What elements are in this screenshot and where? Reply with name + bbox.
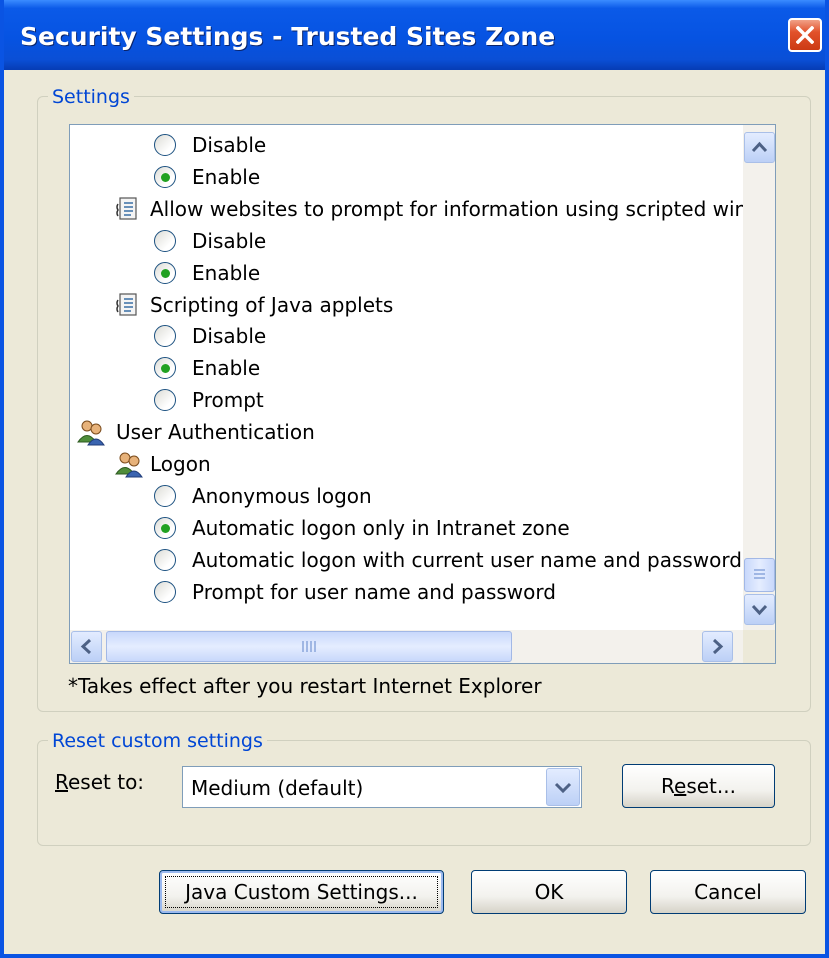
radio-unchecked[interactable] — [154, 325, 176, 348]
radio-option[interactable]: Automatic logon only in Intranet zone — [154, 513, 730, 543]
tree-row-label: Automatic logon only in Intranet zone — [192, 515, 570, 540]
reset-button[interactable]: Reset... — [622, 764, 775, 808]
restart-footnote: *Takes effect after you restart Internet… — [68, 674, 542, 698]
label-text: eset to: — [68, 770, 145, 794]
radio-checked[interactable] — [154, 261, 176, 284]
users-icon — [77, 420, 105, 446]
tree-row-label: Allow websites to prompt for information… — [150, 196, 773, 221]
radio-unchecked[interactable] — [154, 229, 176, 252]
chevron-down-icon — [751, 604, 768, 616]
chevron-up-icon — [751, 141, 768, 153]
radio-checked[interactable] — [154, 516, 176, 539]
focus-rectangle — [165, 876, 438, 908]
radio-unchecked[interactable] — [154, 548, 176, 571]
radio-option[interactable]: Automatic logon with current user name a… — [154, 545, 742, 575]
radio-unchecked[interactable] — [154, 389, 176, 412]
cancel-button[interactable]: Cancel — [650, 870, 806, 914]
radio-option[interactable]: Disable — [154, 226, 730, 256]
radio-option[interactable]: Enable — [154, 162, 730, 192]
tree-category[interactable]: User Authentication — [76, 417, 730, 447]
chevron-down-icon — [554, 782, 572, 794]
reset-group-legend: Reset custom settings — [48, 730, 267, 752]
users-icon — [115, 452, 143, 478]
tree-setting[interactable]: Allow websites to prompt for information… — [114, 194, 772, 224]
dropdown-button[interactable] — [546, 768, 580, 806]
tree-row-label: Logon — [150, 452, 211, 476]
radio-option[interactable]: Disable — [154, 321, 730, 351]
ok-button[interactable]: OK — [471, 870, 627, 914]
grip-icon — [754, 569, 765, 579]
vertical-scroll-thumb[interactable] — [744, 558, 775, 592]
tree-setting[interactable]: Logon — [114, 449, 730, 479]
horizontal-scrollbar[interactable] — [70, 630, 743, 663]
tree-row-label: Enable — [192, 164, 261, 189]
tree-row-label: Disable — [192, 228, 267, 253]
tree-row-label: Disable — [192, 133, 267, 157]
accelerator-key: R — [55, 770, 68, 794]
horizontal-scroll-thumb[interactable] — [106, 631, 512, 662]
scroll-left-button[interactable] — [71, 631, 102, 662]
reset-to-label: Reset to: — [55, 770, 144, 794]
security-settings-dialog: Security Settings - Trusted Sites Zone S… — [0, 0, 829, 958]
radio-checked[interactable] — [154, 357, 176, 380]
radio-unchecked[interactable] — [154, 580, 176, 603]
radio-option[interactable]: Prompt — [154, 385, 730, 415]
tree-row-label: Scripting of Java applets — [150, 292, 394, 317]
title-bar[interactable]: Security Settings - Trusted Sites Zone — [4, 0, 825, 70]
settings-group-legend: Settings — [48, 86, 134, 108]
window-title: Security Settings - Trusted Sites Zone — [20, 22, 556, 51]
scroll-right-button[interactable] — [702, 631, 733, 662]
close-icon — [796, 26, 814, 44]
radio-checked[interactable] — [154, 165, 176, 188]
radio-unchecked[interactable] — [154, 484, 176, 507]
script-setting-icon — [116, 197, 137, 220]
chevron-right-icon — [712, 638, 724, 655]
tree-row-label: Enable — [192, 356, 261, 381]
scroll-down-button[interactable] — [744, 594, 775, 625]
tree-row-label: Enable — [192, 260, 261, 285]
tree-row-label: Prompt for user name and password — [192, 579, 556, 604]
tree-row-label: Disable — [192, 324, 267, 349]
tree-setting[interactable]: Scripting of Java applets — [114, 290, 730, 320]
java-custom-settings-button[interactable]: Java Custom Settings... — [159, 870, 444, 914]
scrollbar-corner — [743, 630, 775, 663]
close-button[interactable] — [788, 18, 822, 52]
chevron-left-icon — [80, 638, 92, 655]
radio-option[interactable]: Anonymous logon — [154, 481, 730, 511]
radio-option[interactable]: Enable — [154, 353, 730, 383]
grip-icon — [302, 641, 316, 652]
reset-level-value: Medium (default) — [191, 776, 364, 800]
reset-level-select[interactable]: Medium (default) — [182, 766, 582, 808]
vertical-scrollbar[interactable] — [743, 125, 775, 630]
tree-row-label: User Authentication — [116, 420, 315, 445]
radio-option[interactable]: Prompt for user name and password — [154, 577, 730, 607]
tree-row-label: Automatic logon with current user name a… — [192, 547, 742, 572]
scroll-up-button[interactable] — [744, 132, 775, 163]
radio-unchecked[interactable] — [154, 134, 176, 156]
radio-option[interactable]: Enable — [154, 258, 730, 288]
tree-row-label: Anonymous logon — [192, 483, 372, 508]
script-setting-icon — [116, 292, 137, 316]
tree-row-label: Prompt — [192, 388, 264, 413]
radio-option[interactable]: Disable — [154, 130, 730, 160]
settings-tree[interactable]: Disable Enable Allow websites to prompt fo… — [69, 124, 776, 664]
reset-button-label: Reset... — [661, 774, 736, 798]
